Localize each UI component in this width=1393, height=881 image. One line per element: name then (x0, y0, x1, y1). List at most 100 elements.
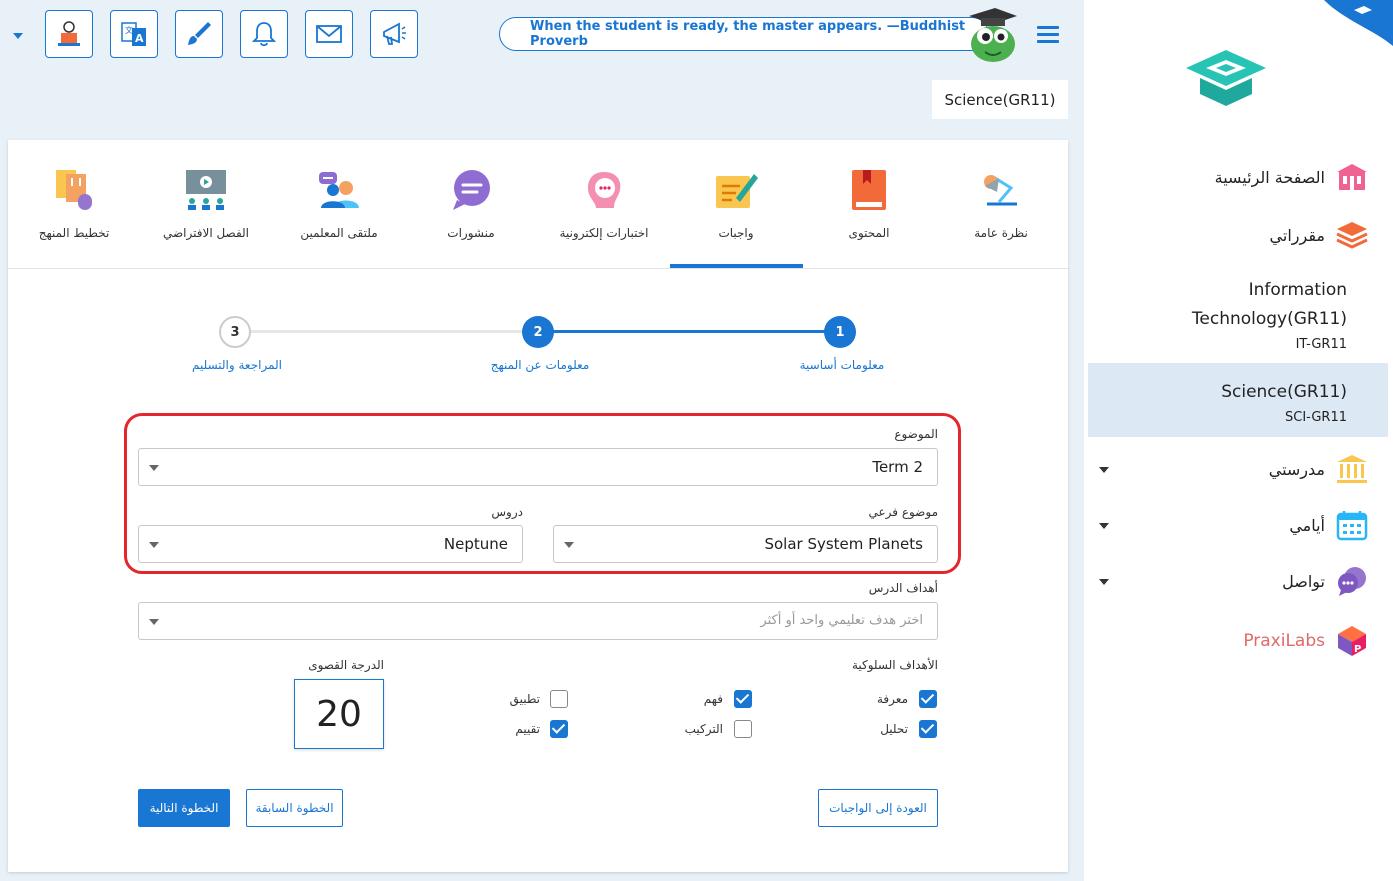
sidebar-course-science-selected[interactable]: Science(GR11) SCI-GR11 (1088, 363, 1388, 437)
step-2-label: معلومات عن المنهج (490, 358, 590, 372)
tab-virtual-classroom[interactable]: الفصل الافتراضي (140, 140, 272, 268)
step-number: 2 (533, 324, 543, 340)
subject-label: الموضوع (894, 427, 938, 441)
course-code: SCI-GR11 (1285, 410, 1347, 425)
subject-value: Term 2 (872, 458, 923, 476)
course-title: Science(GR11) (1221, 382, 1347, 402)
objectives-placeholder: اختر هدف تعليمي واحد أو أكثر (760, 613, 923, 628)
sidebar-item-label: أيامي (1289, 515, 1325, 535)
tab-teachers-forum[interactable]: ملتقى المعلمين (273, 140, 405, 268)
school-building-icon (1337, 164, 1367, 190)
step-3-review-submit[interactable]: 3 (219, 316, 251, 348)
tab-label: الفصل الافتراضي (162, 226, 250, 240)
my-school-expand-caret[interactable] (1099, 467, 1109, 473)
lessons-select[interactable]: Neptune (138, 525, 523, 563)
lessons-value: Neptune (443, 535, 508, 553)
teacher-profile-button[interactable] (45, 10, 93, 58)
tab-label: تخطيط المنهج (38, 226, 110, 240)
checkbox-analysis[interactable] (919, 720, 937, 738)
teachers-group-icon (319, 172, 359, 208)
step-1-label: معلومات أساسية (799, 358, 885, 372)
my-days-expand-caret[interactable] (1099, 523, 1109, 529)
sidebar-item-my-school[interactable]: مدرستي (1269, 452, 1369, 486)
dropdown-arrow-icon (149, 465, 159, 471)
checkbox-evaluation[interactable] (550, 720, 568, 738)
lesson-objectives-label: أهداف الدرس (868, 581, 938, 595)
sidebar-item-communication[interactable]: تواصل (1282, 564, 1369, 598)
app-logo-icon (1186, 50, 1266, 106)
step-1-basic-info[interactable]: 1 (824, 316, 856, 348)
theme-button[interactable] (175, 10, 223, 58)
right-sidebar (1084, 0, 1393, 881)
subject-select[interactable]: Term 2 (138, 448, 938, 486)
tab-label: المحتوى (848, 226, 890, 240)
svg-text:A: A (135, 32, 144, 45)
checkbox-knowledge[interactable] (919, 690, 937, 708)
previous-step-button[interactable]: الخطوة السابقة (246, 789, 343, 827)
tab-online-quizzes[interactable]: اختبارات إلكترونية (538, 140, 670, 268)
tab-assignments[interactable]: واجبات (670, 140, 802, 268)
chat-icon (1338, 567, 1366, 596)
checkbox-synthesis[interactable] (734, 720, 752, 738)
course-code: IT-GR11 (1295, 337, 1347, 352)
lessons-label: دروس (491, 505, 523, 519)
messages-button[interactable] (305, 10, 353, 58)
tab-overview[interactable]: نظرة عامة (935, 140, 1067, 268)
dropdown-arrow-icon (149, 542, 159, 548)
tab-posts[interactable]: منشورات (405, 140, 537, 268)
megaphone-icon (383, 22, 406, 45)
motivational-quote: When the student is ready, the master ap… (499, 17, 989, 51)
next-step-button[interactable]: الخطوة التالية (138, 789, 230, 827)
lesson-objectives-select[interactable]: اختر هدف تعليمي واحد أو أكثر (138, 602, 938, 640)
sidebar-item-label: الصفحة الرئيسية (1214, 167, 1325, 187)
tab-label: واجبات (718, 226, 754, 240)
max-grade-value: 20 (316, 693, 362, 735)
sidebar-course-it[interactable]: Information Technology(GR11) IT-GR11 (1150, 276, 1347, 356)
praxilabs-cube-icon: P (1338, 626, 1366, 656)
tabs-divider (8, 268, 1068, 269)
sidebar-item-home[interactable]: الصفحة الرئيسية (1215, 160, 1369, 194)
checkbox-application[interactable] (550, 690, 568, 708)
chat-bubble-icon (453, 170, 490, 210)
notifications-button[interactable] (240, 10, 288, 58)
sidebar-item-my-days[interactable]: أيامي (1289, 508, 1369, 542)
virtual-class-icon (186, 170, 226, 210)
book-icon (852, 170, 886, 210)
menu-hamburger-icon[interactable] (1037, 26, 1059, 44)
stacked-books-icon (1336, 222, 1368, 249)
behavioral-objectives-label: الأهداف السلوكية (851, 658, 938, 672)
sidebar-item-my-courses[interactable]: مقرراتي (1270, 218, 1369, 252)
announcements-button[interactable] (370, 10, 418, 58)
sidebar-item-label: تواصل (1282, 571, 1325, 591)
course-title-line1: Information (1248, 280, 1347, 300)
account-dropdown-caret[interactable] (13, 33, 23, 39)
tab-label: اختبارات إلكترونية (559, 226, 649, 240)
quote-text: When the student is ready, the master ap… (530, 19, 966, 49)
stepper-line-inactive (250, 330, 523, 333)
translate-icon: A文 (121, 22, 146, 46)
sidebar-item-label: مقرراتي (1269, 225, 1325, 245)
calendar-icon (1336, 511, 1368, 541)
max-grade-input[interactable]: 20 (294, 679, 384, 749)
dropdown-arrow-icon (149, 619, 159, 625)
previous-step-label: الخطوة السابقة (255, 801, 334, 815)
checkbox-label: تحليل (880, 722, 908, 736)
back-to-assignments-label: العودة إلى الواجبات (829, 801, 927, 815)
step-2-curriculum-info[interactable]: 2 (522, 316, 554, 348)
mail-icon (316, 25, 342, 43)
communication-expand-caret[interactable] (1099, 579, 1109, 585)
svg-text:文: 文 (125, 25, 133, 35)
checkbox-comprehension[interactable] (734, 690, 752, 708)
quiz-icon (588, 172, 621, 208)
subtopic-select[interactable]: Solar System Planets (553, 525, 938, 563)
subtopic-label: موضوع فرعي (868, 505, 938, 519)
tab-curriculum-planning[interactable]: تخطيط المنهج (8, 140, 140, 268)
sidebar-item-praxilabs[interactable]: PraxiLabs P (1243, 624, 1369, 658)
next-step-label: الخطوة التالية (149, 801, 219, 815)
current-course-chip: Science(GR11) (932, 80, 1068, 119)
back-to-assignments-button[interactable]: العودة إلى الواجبات (818, 789, 938, 827)
tab-label: نظرة عامة (974, 226, 1028, 240)
translate-button[interactable]: A文 (110, 10, 158, 58)
tab-content[interactable]: المحتوى (803, 140, 935, 268)
sidebar-item-label: مدرستي (1268, 459, 1325, 479)
